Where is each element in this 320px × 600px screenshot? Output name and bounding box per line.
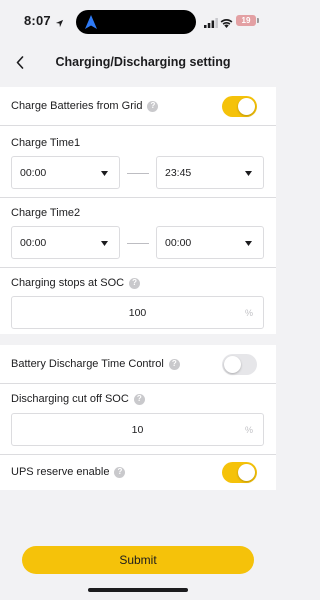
- toggle-knob: [238, 464, 255, 481]
- help-icon[interactable]: ?: [147, 100, 159, 112]
- help-icon[interactable]: ?: [114, 466, 126, 478]
- discharge-time-control-row: Battery Discharge Time Control ?: [11, 358, 180, 370]
- charge-time1-label-text: Charge Time1: [11, 137, 81, 149]
- charge-time1-end-value: 23:45: [165, 167, 192, 179]
- charge-time1-start-value: 00:00: [20, 167, 47, 179]
- divider: [0, 125, 276, 126]
- help-icon[interactable]: ?: [133, 393, 145, 405]
- toggle-knob: [224, 356, 241, 373]
- charge-time2-end-select[interactable]: 00:00: [156, 226, 264, 259]
- percent-unit: %: [244, 425, 253, 435]
- charge-time2-label-text: Charge Time2: [11, 207, 81, 219]
- divider: [0, 383, 276, 384]
- battery-nub: [257, 18, 259, 23]
- discharge-cutoff-soc-input[interactable]: 10 %: [11, 413, 264, 446]
- charge-time2-end-value: 00:00: [165, 237, 192, 249]
- discharge-time-control-label: Battery Discharge Time Control: [11, 358, 164, 370]
- percent-unit: %: [244, 308, 253, 318]
- status-bar: 8:07 19: [0, 0, 276, 44]
- caret-down-icon: [245, 241, 252, 246]
- charge-time1-start-select[interactable]: 00:00: [11, 156, 120, 189]
- navigation-arrow-icon: [85, 15, 97, 34]
- discharge-settings-card: Battery Discharge Time Control ? Dischar…: [0, 345, 276, 490]
- caret-down-icon: [101, 241, 108, 246]
- divider: [0, 267, 276, 268]
- battery-icon: 19: [236, 15, 256, 26]
- charge-from-grid-toggle[interactable]: [222, 96, 257, 117]
- charging-stop-soc-value: 100: [128, 307, 147, 319]
- location-arrow-icon: [55, 15, 64, 33]
- discharge-time-control-toggle[interactable]: [222, 354, 257, 375]
- charging-settings-card: Charge Batteries from Grid ? Charge Time…: [0, 87, 276, 334]
- charge-from-grid-label: Charge Batteries from Grid: [11, 100, 143, 112]
- discharge-cutoff-soc-value: 10: [131, 424, 144, 436]
- divider: [0, 454, 276, 455]
- discharge-cutoff-soc-label: Discharging cut off SOC: [11, 393, 129, 405]
- page-title: Charging/Discharging setting: [55, 55, 231, 69]
- ups-reserve-toggle[interactable]: [222, 462, 257, 483]
- divider: [0, 197, 276, 198]
- home-indicator: [88, 588, 188, 592]
- time-range-dash: [127, 243, 149, 244]
- toggle-knob: [238, 98, 255, 115]
- help-icon[interactable]: ?: [129, 277, 141, 289]
- charge-time1-end-select[interactable]: 23:45: [156, 156, 264, 189]
- charging-stop-soc-row: Charging stops at SOC ?: [11, 277, 141, 289]
- charge-time2-label: Charge Time2: [11, 207, 80, 219]
- ups-reserve-label: UPS reserve enable: [11, 466, 110, 478]
- ups-reserve-row: UPS reserve enable ?: [11, 466, 126, 478]
- charge-time2-start-select[interactable]: 00:00: [11, 226, 120, 259]
- status-time: 8:07: [24, 13, 51, 28]
- caret-down-icon: [245, 171, 252, 176]
- dynamic-island: [76, 10, 196, 34]
- charging-stop-soc-label: Charging stops at SOC: [11, 277, 125, 289]
- charge-time2-start-value: 00:00: [20, 237, 47, 249]
- charge-time1-label: Charge Time1: [11, 137, 80, 149]
- submit-button[interactable]: Submit: [22, 546, 254, 574]
- wifi-icon: [220, 15, 233, 33]
- signal-icon: [204, 15, 218, 33]
- help-icon[interactable]: ?: [168, 358, 180, 370]
- nav-header: Charging/Discharging setting: [0, 44, 276, 82]
- caret-down-icon: [101, 171, 108, 176]
- charge-from-grid-row: Charge Batteries from Grid ?: [11, 100, 159, 112]
- charging-stop-soc-input[interactable]: 100 %: [11, 296, 264, 329]
- time-range-dash: [127, 173, 149, 174]
- discharge-cutoff-soc-row: Discharging cut off SOC ?: [11, 393, 145, 405]
